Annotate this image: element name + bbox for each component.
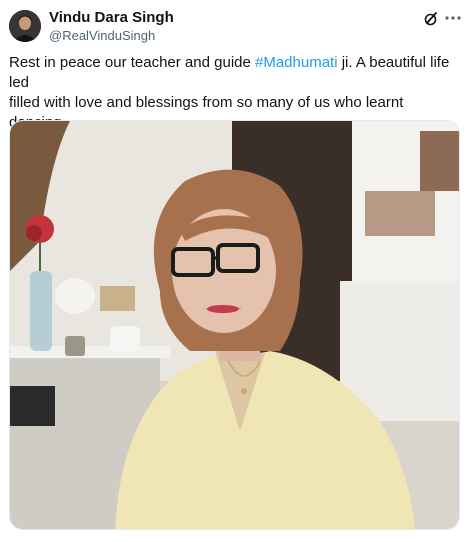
author-handle[interactable]: @RealVinduSingh — [49, 28, 155, 44]
grok-icon[interactable] — [423, 11, 439, 27]
tweet-card[interactable]: Vindu Dara Singh @RealVinduSingh Rest in… — [0, 0, 469, 542]
tweet-photo[interactable] — [9, 120, 460, 530]
author-name[interactable]: Vindu Dara Singh — [49, 9, 174, 27]
hashtag-link[interactable]: #Madhumati — [255, 54, 338, 71]
more-icon[interactable] — [443, 9, 463, 27]
avatar[interactable] — [9, 10, 41, 42]
tweet-text-before: Rest in peace our teacher and guide — [9, 54, 255, 71]
